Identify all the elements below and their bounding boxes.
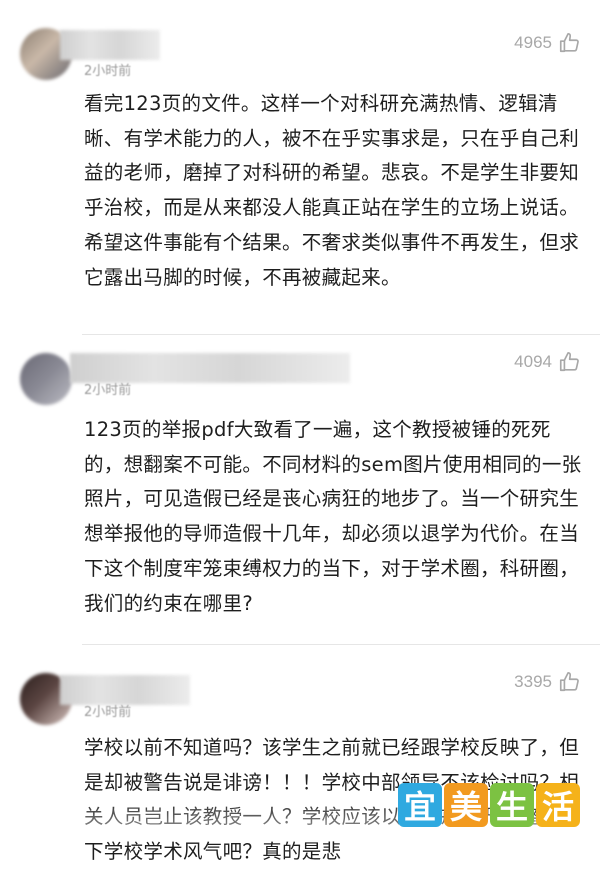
watermark-char: 活 (536, 783, 580, 827)
comment-text: 看完123页的文件。这样一个对科研充满热情、逻辑清晰、有学术能力的人，被不在乎实… (84, 92, 580, 289)
comment-item: 2小时前 4094 123页的举报pdf大致看了一遍，这个教授被锤的死死的，想翻… (0, 335, 600, 647)
comment-time: 2小时前 (84, 64, 132, 79)
watermark-char: 宜 (398, 783, 442, 827)
comment-text: 123页的举报pdf大致看了一遍，这个教授被锤的死死的，想翻案不可能。不同材料的… (84, 418, 582, 615)
like-count: 4965 (514, 33, 552, 52)
like-count: 3395 (514, 672, 552, 691)
thumbs-up-icon (559, 352, 579, 372)
like-button[interactable]: 4094 (514, 351, 580, 373)
thumbs-up-icon (559, 672, 579, 692)
like-button[interactable]: 3395 (514, 671, 580, 693)
avatar[interactable] (20, 353, 72, 405)
like-button[interactable]: 4965 (514, 32, 580, 54)
like-count: 4094 (514, 352, 552, 371)
divider (82, 644, 600, 645)
comment-time: 2小时前 (84, 705, 132, 720)
thumbs-up-icon (559, 33, 579, 53)
comment-time: 2小时前 (84, 383, 132, 398)
comment-item: 2小时前 4965 看完123页的文件。这样一个对科研充满热情、逻辑清晰、有学术… (0, 0, 600, 335)
watermark-char: 生 (490, 783, 534, 827)
watermark-logo: 宜 美 生 活 (398, 783, 580, 827)
username-blurred[interactable] (60, 30, 160, 60)
watermark-char: 美 (444, 783, 488, 827)
